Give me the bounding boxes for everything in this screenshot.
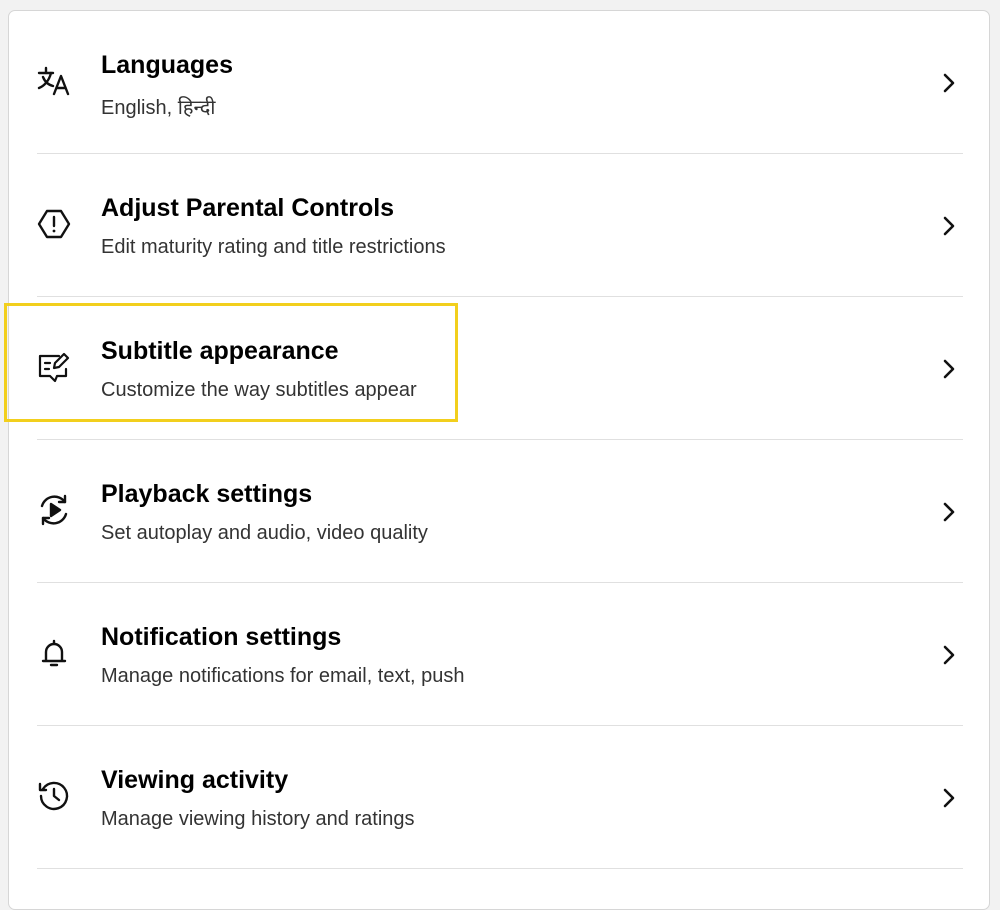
settings-row-title: Playback settings [101,480,313,508]
settings-row-subtitle: English, हिन्दी [101,97,216,119]
settings-row-title: Adjust Parental Controls [101,194,395,222]
settings-row-viewing-activity[interactable]: Viewing activity Manage viewing history … [9,726,989,869]
chevron-right-icon [937,641,961,669]
settings-row-subtitle: Manage viewing history and ratings [101,808,415,830]
settings-row-playback[interactable]: Playback settings Set autoplay and audio… [9,440,989,583]
settings-row-languages[interactable]: Languages English, हिन्दी [9,11,989,154]
chevron-right-icon [937,355,961,383]
settings-row-title: Languages [101,51,233,79]
chevron-right-icon [937,784,961,812]
settings-row-title: Viewing activity [101,766,289,794]
settings-row-subtitle: Customize the way subtitles appear [101,379,417,401]
bell-icon [35,634,73,672]
subtitle-edit-icon [35,348,73,386]
chevron-right-icon [937,498,961,526]
settings-row-subtitle: Manage notifications for email, text, pu… [101,665,465,687]
settings-row-notifications[interactable]: Notification settings Manage notificatio… [9,583,989,726]
translate-icon [35,62,73,100]
history-clock-icon [35,777,73,815]
row-divider [37,868,963,869]
settings-row-title: Notification settings [101,623,342,651]
playback-loop-icon [35,491,73,529]
settings-row-subtitle: Edit maturity rating and title restricti… [101,236,446,258]
settings-row-parental-controls[interactable]: Adjust Parental Controls Edit maturity r… [9,154,989,297]
settings-row-title: Subtitle appearance [101,337,339,365]
chevron-right-icon [937,212,961,240]
settings-row-subtitle-appearance[interactable]: Subtitle appearance Customize the way su… [9,297,989,440]
chevron-right-icon [937,69,961,97]
settings-row-subtitle: Set autoplay and audio, video quality [101,522,428,544]
warning-hexagon-icon [35,205,73,243]
settings-card: Languages English, हिन्दी Adjust Parenta… [8,10,990,910]
